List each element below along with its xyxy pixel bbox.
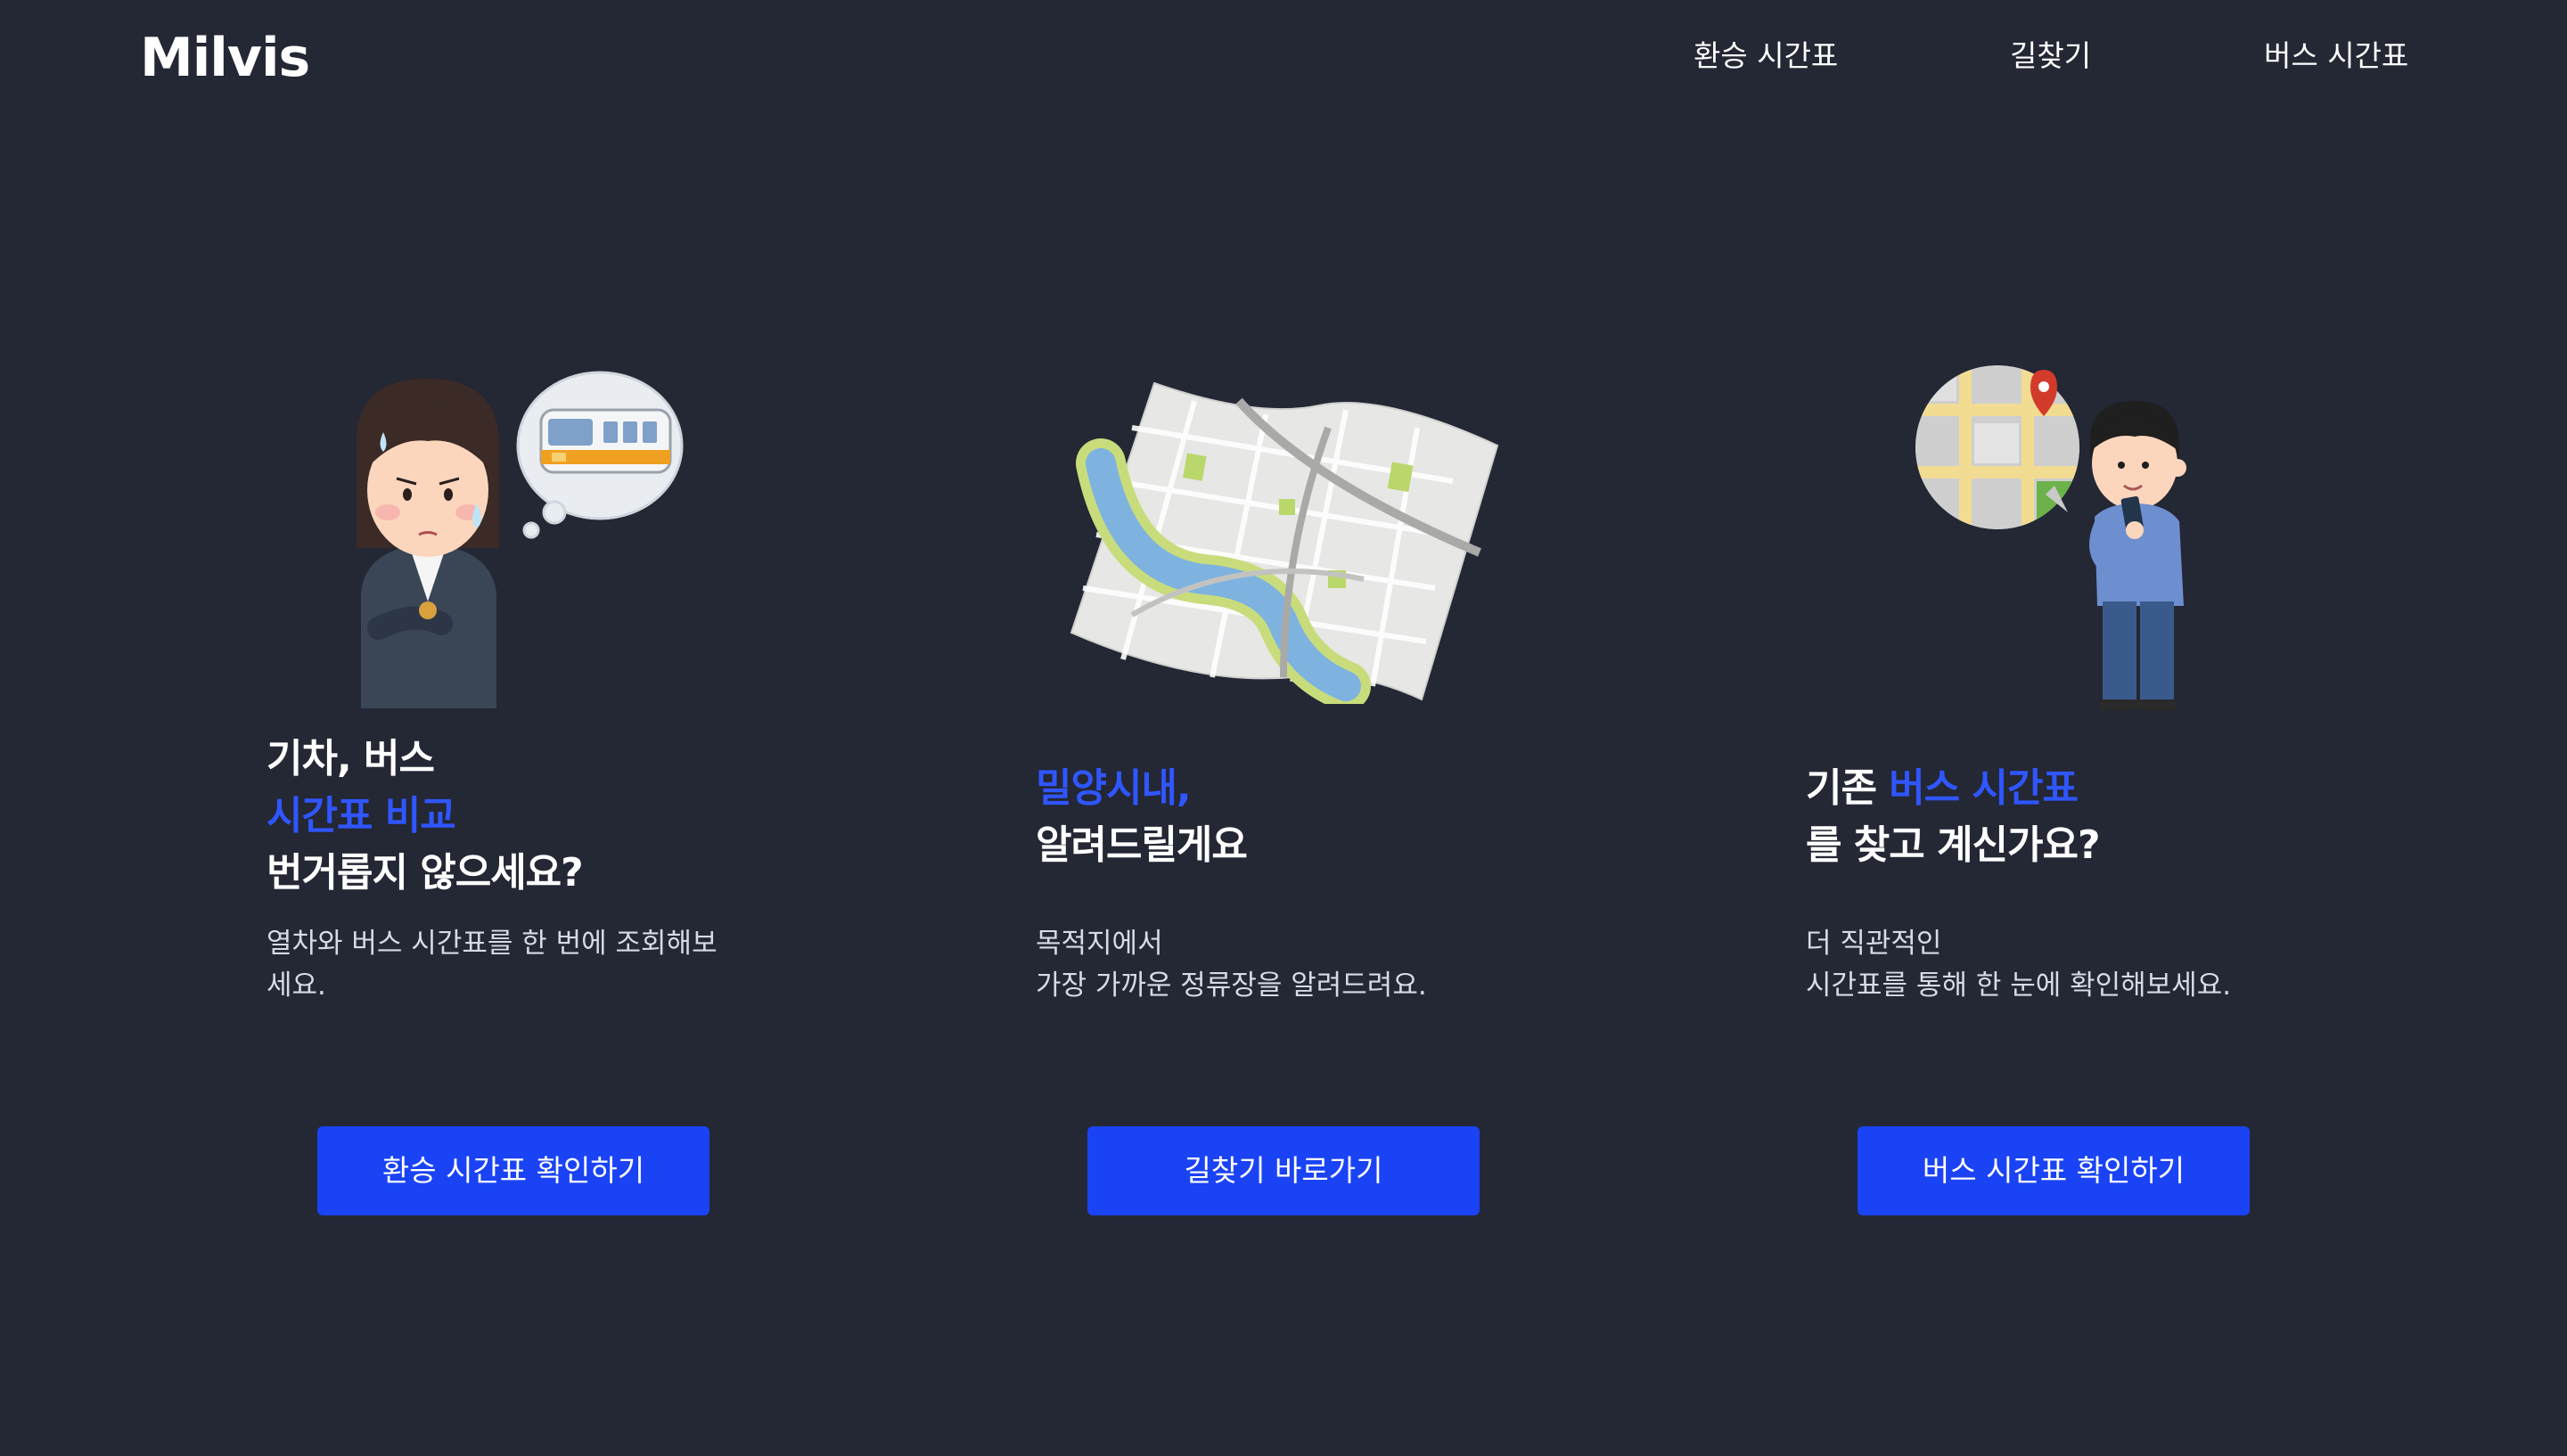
card-description: 열차와 버스 시간표를 한 번에 조회해보 세요. bbox=[267, 923, 801, 1007]
bus-timetable-button[interactable]: 버스 시간표 확인하기 bbox=[1858, 1126, 2250, 1215]
worried-commuter-train-illustration bbox=[343, 370, 691, 713]
description-line: 열차와 버스 시간표를 한 번에 조회해보 bbox=[267, 928, 718, 960]
city-map-illustration bbox=[1061, 374, 1506, 704]
headline-text: 알려드릴게요 bbox=[1036, 822, 1248, 868]
nav-transfer-timetable[interactable]: 환승 시간표 bbox=[1694, 36, 1838, 77]
directions-button[interactable]: 길찾기 바로가기 bbox=[1087, 1126, 1480, 1215]
headline-text: 기차, 버스 bbox=[267, 736, 435, 781]
card-description: 목적지에서 가장 가까운 정류장을 알려드려요. bbox=[1036, 923, 1571, 1007]
description-line: 가장 가까운 정류장을 알려드려요. bbox=[1036, 969, 1427, 1002]
landing-page: Milvis 환승 시간표 길찾기 버스 시간표 기차, 버스 시간표 비교 번… bbox=[0, 0, 2567, 1456]
card-headline: 기존 버스 시간표 를 찾고 계신가요? bbox=[1806, 760, 2376, 874]
card-headline: 기차, 버스 시간표 비교 번거롭지 않으세요? bbox=[267, 731, 837, 902]
person-with-phone-map-illustration bbox=[1912, 361, 2206, 713]
description-line: 시간표를 통해 한 눈에 확인해보세요. bbox=[1806, 969, 2232, 1002]
headline-text: 를 찾고 계신가요? bbox=[1806, 822, 2101, 868]
description-line: 더 직관적인 bbox=[1806, 928, 1942, 960]
headline-highlight: 시간표 비교 bbox=[267, 793, 456, 838]
description-line: 세요. bbox=[267, 969, 326, 1002]
card-description: 더 직관적인 시간표를 통해 한 눈에 확인해보세요. bbox=[1806, 923, 2341, 1007]
nav-directions[interactable]: 길찾기 bbox=[2010, 36, 2091, 77]
headline-highlight: 버스 시간표 bbox=[1889, 765, 2079, 811]
headline-highlight: 밀양시내, bbox=[1036, 765, 1192, 811]
description-line: 목적지에서 bbox=[1036, 928, 1163, 960]
card-headline: 밀양시내, 알려드릴게요 bbox=[1036, 760, 1606, 874]
nav-bus-timetable[interactable]: 버스 시간표 bbox=[2264, 36, 2408, 77]
headline-text: 기존 bbox=[1806, 765, 1890, 811]
headline-text: 번거롭지 않으세요? bbox=[267, 850, 584, 896]
logo[interactable]: Milvis bbox=[140, 27, 310, 89]
transfer-timetable-button[interactable]: 환승 시간표 확인하기 bbox=[317, 1126, 709, 1215]
